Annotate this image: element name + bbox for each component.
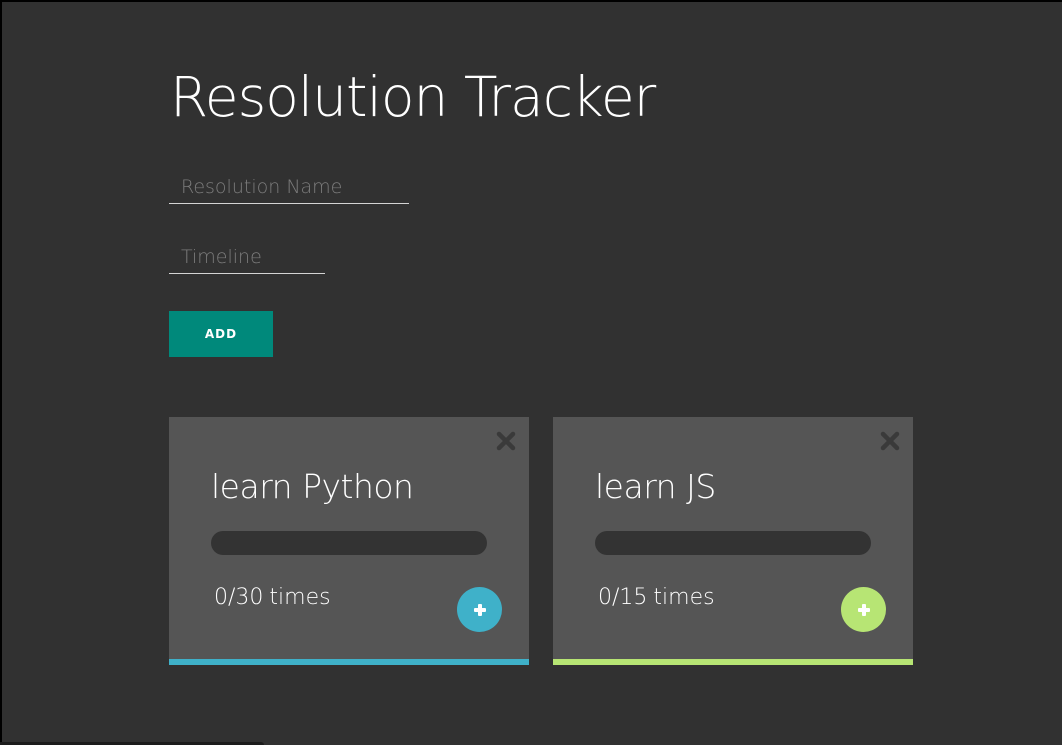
add-button[interactable]: ADD [169,311,273,357]
card-accent-bar [553,659,913,665]
count-done: 0 [214,585,228,610]
count-total: 15 [619,585,648,610]
increment-button[interactable] [457,587,502,632]
resolution-card: learn JS 0/15 times [553,417,913,665]
plus-icon [473,603,486,616]
window-left-edge [0,0,2,745]
count-unit: times [653,585,715,610]
progress-count: 0/15 times [598,585,715,610]
resolution-name-input[interactable] [169,170,409,204]
window-top-edge [0,0,1062,2]
close-icon[interactable] [879,430,901,452]
page-title: Resolution Tracker [170,65,656,129]
resolution-card: learn Python 0/30 times [169,417,529,665]
count-total: 30 [235,585,264,610]
count-done: 0 [598,585,612,610]
increment-button[interactable] [841,587,886,632]
resolution-title: learn JS [595,467,716,506]
resolution-title: learn Python [211,467,414,506]
progress-bar [211,531,487,555]
close-icon[interactable] [495,430,517,452]
plus-icon [857,603,870,616]
progress-bar [595,531,871,555]
count-unit: times [269,585,331,610]
progress-count: 0/30 times [214,585,331,610]
card-accent-bar [169,659,529,665]
timeline-input[interactable] [169,240,325,274]
